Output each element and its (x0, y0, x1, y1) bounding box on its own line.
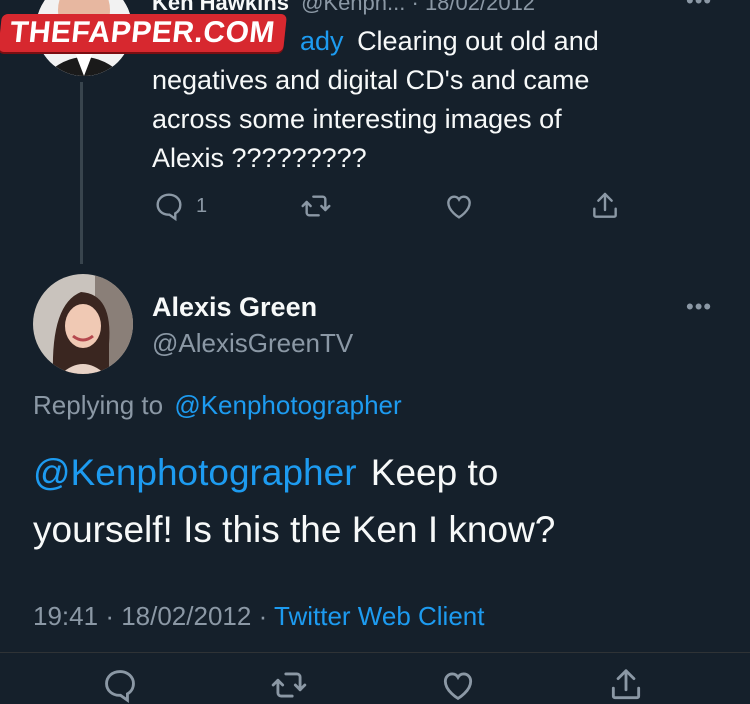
parent-text-line-3: across some interesting images of (152, 104, 562, 134)
parent-more-icon[interactable]: ••• (686, 0, 712, 14)
retweet-icon (301, 195, 331, 217)
parent-retweet-button[interactable] (298, 190, 334, 222)
retweet-icon (271, 672, 307, 698)
tweet-meta: 19:41 · 18/02/2012 · Twitter Web Client (33, 601, 484, 632)
share-icon (611, 669, 641, 700)
parent-like-button[interactable] (442, 190, 476, 222)
reply-icon (156, 193, 182, 222)
replying-handle[interactable]: @Kenphotographer (174, 390, 401, 420)
main-text-line-1: @Kenphotographer Keep to (33, 444, 733, 501)
parent-date[interactable]: 18/02/2012 (425, 0, 535, 15)
main-text-1: Keep to (370, 452, 499, 493)
main-reply-button[interactable] (100, 666, 140, 704)
parent-dot: · (411, 0, 425, 15)
watermark-logo: THEFAPPER.COM (0, 14, 287, 52)
main-share-button[interactable] (606, 666, 646, 704)
main-author-name[interactable]: Alexis Green (152, 292, 317, 323)
parent-author-name[interactable]: Ken Hawkins (152, 0, 289, 15)
main-handle[interactable]: @AlexisGreenTV (152, 328, 353, 359)
replying-to: Replying to @Kenphotographer (33, 390, 402, 421)
tweet-time[interactable]: 19:41 (33, 601, 98, 631)
tweet-date[interactable]: 18/02/2012 (121, 601, 251, 631)
parent-text-line-4: Alexis ????????? (152, 143, 367, 173)
parent-handle[interactable]: @Kenph... (301, 0, 405, 15)
replying-label: Replying to (33, 390, 164, 420)
main-tweet-text: @Kenphotographer Keep to yourself! Is th… (33, 444, 733, 558)
parent-reply-button[interactable]: 1 (152, 190, 207, 222)
meta-dot-2: · (258, 601, 274, 631)
main-retweet-button[interactable] (268, 666, 310, 704)
tweet-client[interactable]: Twitter Web Client (274, 601, 484, 631)
main-mention[interactable]: @Kenphotographer (33, 452, 357, 493)
parent-reply-count: 1 (196, 194, 208, 217)
like-icon (443, 672, 473, 701)
main-text-line-2: yourself! Is this the Ken I know? (33, 509, 556, 550)
main-more-icon[interactable]: ••• (686, 294, 712, 320)
reply-icon (105, 670, 135, 703)
parent-text-line-2: negatives and digital CD's and came (152, 65, 590, 95)
parent-text-1: Clearing out old and (357, 26, 599, 56)
thread-line (80, 82, 83, 264)
share-icon (593, 192, 617, 218)
like-icon (447, 195, 471, 219)
meta-dot-1: · (105, 601, 122, 631)
parent-mention[interactable]: ady (300, 26, 344, 56)
parent-share-button[interactable] (588, 190, 622, 222)
main-avatar[interactable] (33, 274, 133, 374)
main-like-button[interactable] (438, 666, 478, 704)
divider (0, 652, 750, 653)
